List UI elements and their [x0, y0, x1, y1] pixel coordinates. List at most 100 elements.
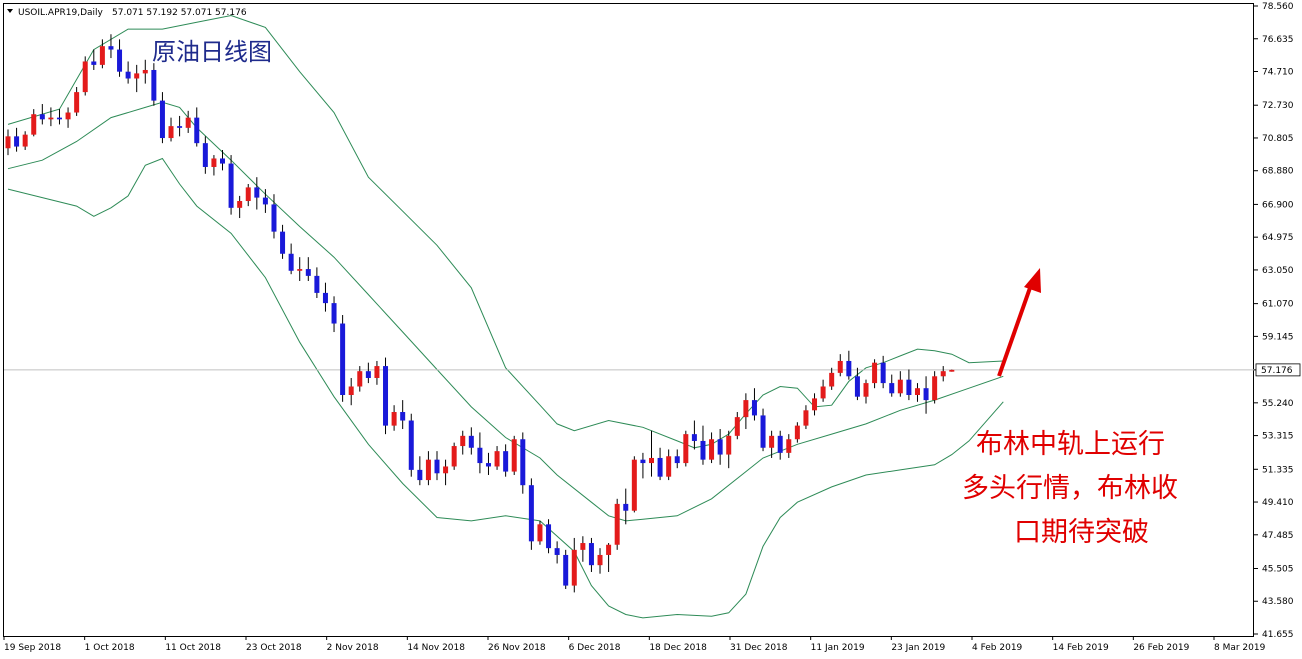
x-tick-label: 31 Dec 2018	[730, 643, 788, 653]
x-tick-label: 11 Jan 2019	[811, 643, 865, 653]
candle	[82, 56, 88, 96]
y-tick-label: 64.975	[1262, 233, 1294, 243]
candle-body	[237, 201, 243, 208]
candle-body	[657, 457, 663, 477]
candle-body	[314, 275, 320, 293]
candle-body	[932, 376, 938, 401]
candle	[520, 432, 526, 494]
candle-body	[503, 451, 509, 472]
y-tick-label: 70.805	[1262, 134, 1294, 144]
candle-body	[99, 46, 105, 65]
x-tick-label: 6 Dec 2018	[569, 643, 621, 653]
y-tick-label: 76.635	[1262, 35, 1294, 45]
candle-body	[872, 362, 878, 384]
candle-body	[340, 323, 346, 396]
candle-body	[649, 457, 654, 464]
candle-body	[14, 136, 20, 147]
candle-body	[142, 69, 148, 74]
candle-body	[434, 459, 440, 474]
candle-body	[820, 386, 826, 399]
candle-body	[125, 71, 131, 79]
candle-body	[683, 434, 689, 464]
y-tick-label: 78.560	[1262, 2, 1294, 12]
candle	[528, 478, 534, 550]
candle-body	[39, 114, 45, 120]
candle-body	[949, 369, 955, 372]
candle-body	[614, 503, 620, 545]
y-tick-label: 63.050	[1262, 266, 1294, 276]
candle-body	[348, 386, 354, 396]
current-price-label: 57.176	[1261, 366, 1293, 376]
candle-body	[743, 400, 749, 418]
x-tick-label: 4 Feb 2019	[972, 643, 1023, 653]
candle-body	[546, 524, 552, 549]
candle-body	[185, 117, 191, 128]
y-tick-label: 66.900	[1262, 200, 1294, 210]
candle-body	[374, 366, 380, 378]
current-price-marker: 57.176	[1255, 363, 1301, 377]
candle-body	[134, 73, 140, 79]
candle-body	[365, 371, 371, 378]
y-tick-label: 41.655	[1262, 630, 1294, 640]
candle-body	[82, 61, 88, 93]
candle-body	[751, 400, 757, 416]
x-tick-label: 2 Nov 2018	[327, 643, 379, 653]
candle	[949, 369, 955, 372]
candle-body	[56, 117, 62, 120]
candle-body	[897, 379, 903, 394]
x-tick-label: 19 Sep 2018	[4, 643, 61, 653]
candle-body	[511, 439, 517, 472]
candle	[511, 435, 517, 475]
candle-body	[91, 61, 97, 65]
y-tick-label: 43.580	[1262, 597, 1294, 607]
y-tick-label: 61.070	[1262, 300, 1294, 310]
candle-body	[391, 412, 397, 426]
candle-body	[880, 362, 886, 384]
candle-body	[211, 158, 217, 167]
candle-body	[460, 435, 466, 447]
y-tick-label: 47.485	[1262, 531, 1294, 541]
y-tick-label: 49.410	[1262, 498, 1294, 508]
candle-body	[631, 459, 637, 511]
candle-body	[297, 269, 303, 271]
x-tick-label: 23 Oct 2018	[246, 643, 302, 653]
candle-body	[417, 469, 423, 481]
candle-body	[666, 456, 672, 477]
candle-body	[177, 126, 183, 128]
candle-body	[803, 410, 809, 426]
candle-body	[254, 187, 260, 198]
x-tick-label: 11 Oct 2018	[165, 643, 221, 653]
candle-body	[245, 187, 251, 202]
candle-body	[520, 439, 526, 486]
candle-body	[443, 466, 449, 474]
candle-body	[914, 388, 920, 396]
candle-body	[571, 549, 577, 586]
candle-body	[837, 360, 843, 373]
candle-body	[606, 544, 612, 555]
candle-body	[220, 158, 225, 164]
candle-body	[623, 503, 629, 511]
x-tick-label: 8 Mar 2019	[1214, 643, 1266, 653]
candle-body	[262, 197, 268, 205]
candle-body	[31, 114, 37, 135]
x-tick-label: 1 Oct 2018	[85, 643, 135, 653]
candle-body	[674, 456, 680, 464]
ohlc-label: 57.071 57.192 57.071 57.176	[112, 8, 247, 18]
y-tick-label: 53.315	[1262, 432, 1294, 442]
candle-body	[580, 543, 586, 550]
candle-body	[829, 372, 835, 387]
candle-body	[151, 69, 157, 101]
price-chart[interactable]: 78.560 76.635 74.710 72.730 70.805 68.880 66.9…	[0, 0, 1302, 659]
candle	[228, 155, 234, 215]
candle-body	[108, 46, 114, 50]
candle-body	[48, 117, 54, 120]
candle-body	[74, 92, 80, 113]
chart-header: USOIL.APR19,Daily 57.071 57.192 57.071 5…	[7, 8, 247, 18]
candle	[614, 498, 620, 550]
candle-body	[65, 112, 71, 120]
candle-body	[863, 383, 869, 397]
candle-body	[194, 117, 200, 144]
candle-body	[940, 371, 946, 377]
candle-body	[383, 366, 389, 426]
chart-background	[0, 0, 1302, 659]
